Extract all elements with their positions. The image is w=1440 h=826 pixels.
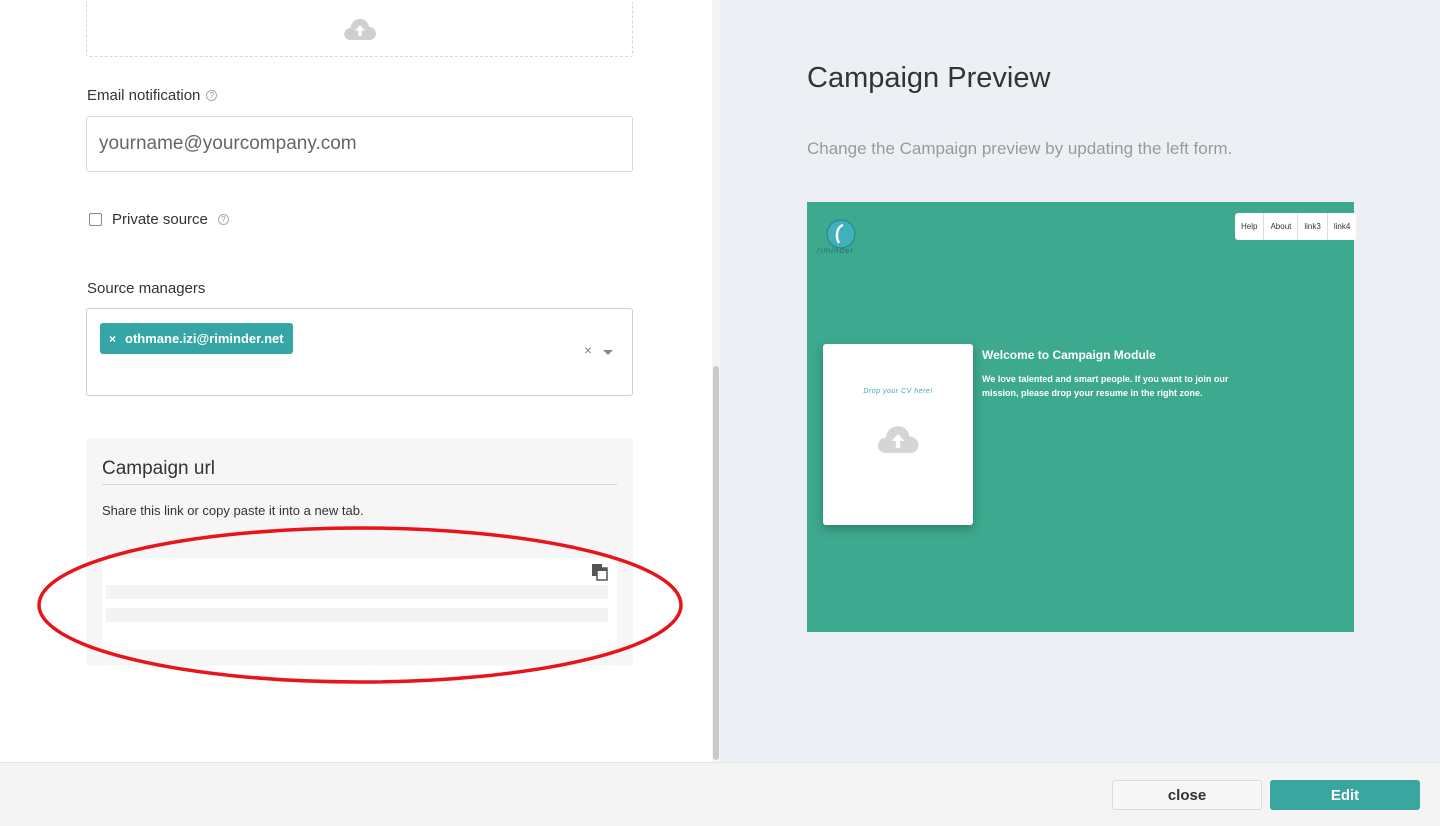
footer-bar: close Edit xyxy=(0,762,1440,826)
email-notification-label: Email notification ? xyxy=(87,87,218,104)
preview-nav: Help About link3 link4 xyxy=(1235,213,1357,240)
clear-all-icon[interactable]: × xyxy=(584,342,592,358)
nav-link-link4[interactable]: link4 xyxy=(1328,213,1356,240)
private-source-row: Private source ? xyxy=(89,211,229,228)
nav-link-help[interactable]: Help xyxy=(1235,213,1265,240)
campaign-url-box[interactable] xyxy=(102,558,617,650)
welcome-title: Welcome to Campaign Module xyxy=(982,348,1156,362)
scrollbar-thumb[interactable] xyxy=(713,366,719,760)
scrollbar[interactable] xyxy=(712,0,720,762)
email-notification-label-text: Email notification xyxy=(87,87,201,104)
preview-title: Campaign Preview xyxy=(807,62,1051,94)
nav-link-link3[interactable]: link3 xyxy=(1298,213,1328,240)
chevron-down-icon[interactable] xyxy=(603,350,613,355)
help-icon[interactable]: ? xyxy=(206,90,218,101)
upload-dropzone[interactable] xyxy=(86,2,633,57)
close-button[interactable]: close xyxy=(1112,780,1262,810)
campaign-url-line xyxy=(106,585,608,599)
source-managers-label-text: Source managers xyxy=(87,280,206,297)
nav-link-about[interactable]: About xyxy=(1264,213,1299,240)
campaign-url-description: Share this link or copy paste it into a … xyxy=(102,503,364,518)
divider xyxy=(102,484,617,485)
private-source-checkbox[interactable] xyxy=(89,213,102,226)
riminder-logo-text: riminder xyxy=(817,246,854,255)
source-managers-select[interactable]: × othmane.izi@riminder.net × xyxy=(86,308,633,396)
private-source-label: Private source xyxy=(112,211,208,228)
preview-subtitle: Change the Campaign preview by updating … xyxy=(807,139,1233,158)
manager-tag-label: othmane.izi@riminder.net xyxy=(125,331,284,346)
help-icon[interactable]: ? xyxy=(217,214,229,225)
preview-pane: Campaign Preview Change the Campaign pre… xyxy=(720,0,1440,762)
edit-button[interactable]: Edit xyxy=(1270,780,1420,810)
cv-drop-card[interactable]: Drop your CV here! xyxy=(823,344,973,525)
form-pane: Email notification ? Private source ? So… xyxy=(0,0,712,762)
campaign-url-title: Campaign url xyxy=(102,458,215,479)
cloud-upload-icon xyxy=(343,18,376,40)
copy-icon[interactable] xyxy=(591,563,609,581)
manager-tag[interactable]: × othmane.izi@riminder.net xyxy=(100,323,293,354)
welcome-text: We love talented and smart people. If yo… xyxy=(982,374,1229,398)
campaign-url-card: Campaign url Share this link or copy pas… xyxy=(86,438,633,666)
email-notification-input[interactable] xyxy=(86,116,633,172)
campaign-preview: riminder Help About link3 link4 Drop you… xyxy=(807,202,1357,632)
source-managers-label: Source managers xyxy=(87,280,205,297)
drop-cv-text: Drop your CV here! xyxy=(863,388,933,395)
cloud-upload-icon xyxy=(877,426,919,454)
tag-remove-icon[interactable]: × xyxy=(109,332,116,346)
campaign-url-line xyxy=(106,608,608,622)
